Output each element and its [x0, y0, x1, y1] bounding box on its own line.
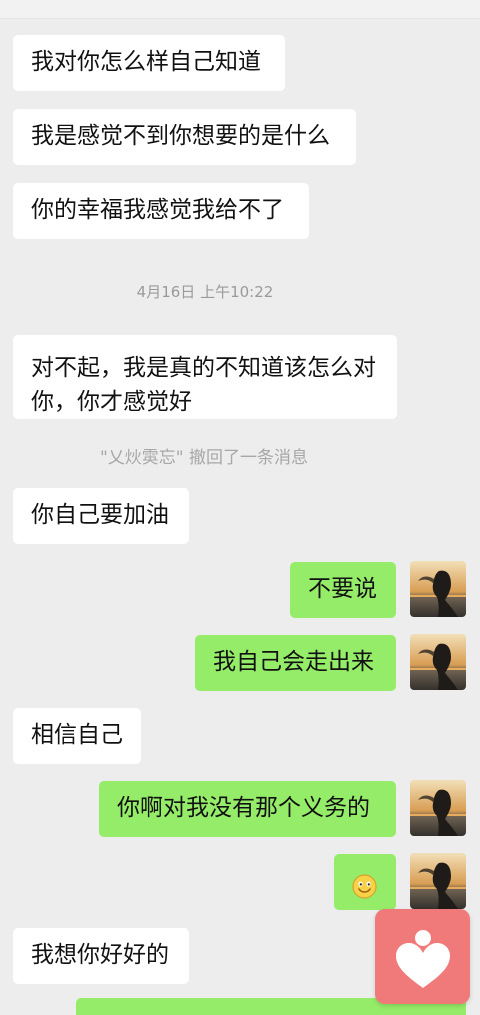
recalled-message-notice: "乂炏雵忘" 撤回了一条消息	[99, 448, 309, 468]
incoming-message-bubble[interactable]: 你自己要加油	[13, 488, 189, 544]
message-text: 你的幸福我感觉我给不了	[31, 197, 284, 223]
incoming-message-bubble[interactable]: 对不起，我是真的不知道该怎么对你，你才感觉好	[13, 335, 397, 419]
outgoing-message-bubble[interactable]: 你啊对我没有那个义务的	[99, 781, 396, 837]
incoming-message-bubble[interactable]: 相信自己	[13, 708, 141, 764]
message-timestamp: 4月16日 上午10:22	[136, 283, 274, 301]
incoming-message-bubble[interactable]: 你的幸福我感觉我给不了	[13, 183, 309, 239]
message-text: 我想你好好的	[31, 942, 169, 968]
incoming-message-bubble[interactable]: 我是感觉不到你想要的是什么	[13, 109, 356, 165]
avatar-image	[410, 561, 466, 617]
top-bar-edge	[0, 0, 480, 19]
chat-screen: 我对你怎么样自己知道 我是感觉不到你想要的是什么 你的幸福我感觉我给不了 4月1…	[0, 0, 480, 1015]
message-text: 对不起，我是真的不知道该怎么对你，你才感觉好	[31, 355, 376, 415]
incoming-message-bubble[interactable]: 我想你好好的	[13, 928, 189, 984]
sunset-silhouette-avatar[interactable]	[410, 780, 466, 836]
incoming-message-bubble[interactable]: 我对你怎么样自己知道	[13, 35, 285, 91]
message-text: 我自己会走出来	[213, 649, 374, 675]
avatar-image	[410, 853, 466, 909]
message-text: 相信自己	[31, 722, 123, 748]
heart-person-icon	[396, 930, 450, 988]
outgoing-message-bubble[interactable]: 我自己会走出来	[195, 635, 396, 691]
sunset-silhouette-avatar[interactable]	[410, 561, 466, 617]
message-text: 我对你怎么样自己知道	[31, 49, 261, 75]
avatar-image	[410, 780, 466, 836]
sunset-silhouette-avatar[interactable]	[410, 634, 466, 690]
avatar-image	[410, 634, 466, 690]
message-text: 我是感觉不到你想要的是什么	[31, 123, 330, 149]
sunset-silhouette-avatar[interactable]	[410, 853, 466, 909]
outgoing-message-bubble[interactable]: 不要说	[290, 562, 396, 618]
message-text: 你啊对我没有那个义务的	[117, 795, 370, 821]
message-text: 不要说	[308, 576, 377, 602]
outgoing-message-bubble[interactable]	[334, 854, 396, 910]
smile-emoji	[352, 874, 377, 899]
message-text: 你自己要加油	[31, 502, 169, 528]
floating-heart-button[interactable]	[375, 909, 470, 1004]
